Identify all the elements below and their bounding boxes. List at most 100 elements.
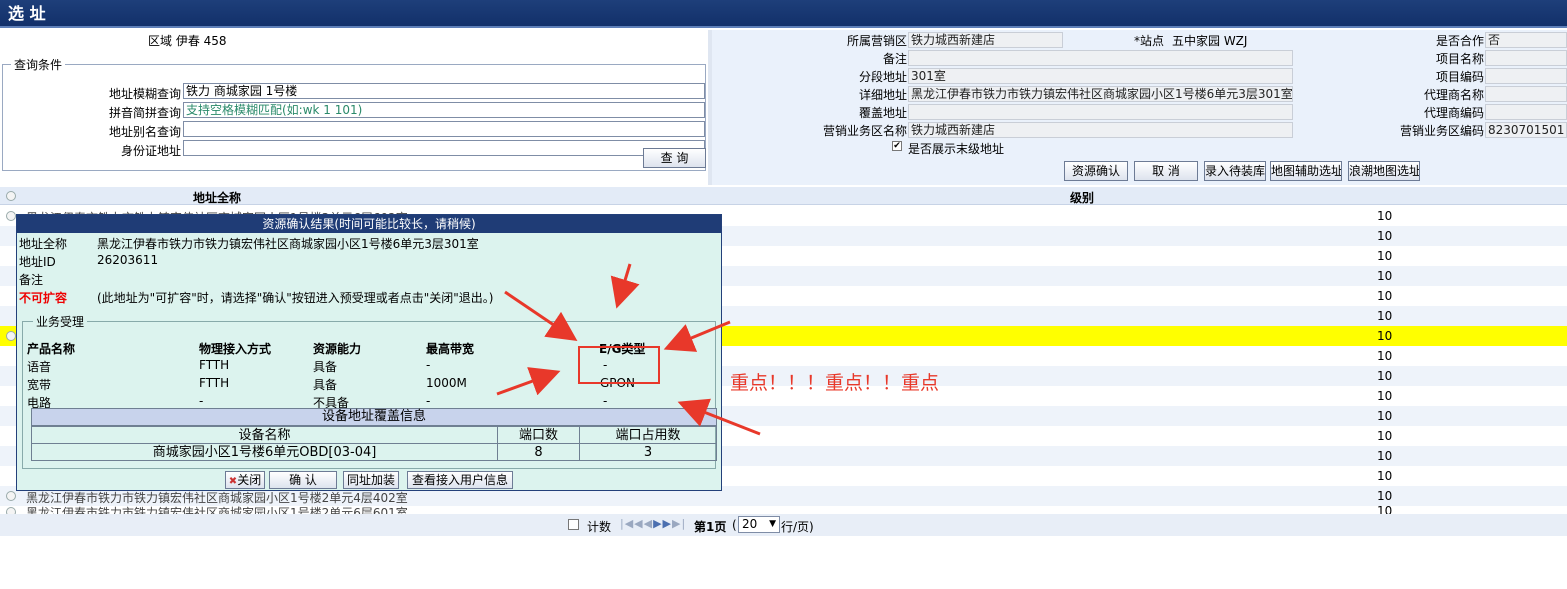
port-used-header: 端口占用数 [579,426,717,444]
header-radio[interactable] [6,191,16,201]
biz-area-code-field: 8230701501 [1485,122,1567,138]
id-address-label: 身份证地址 [120,144,181,158]
next-page-icon[interactable]: ▶▶ [653,517,672,530]
row-level: 10 [1377,389,1393,403]
dialog-remark-label: 备注 [19,273,44,287]
device-coverage-title: 设备地址覆盖信息 [31,408,717,426]
business-legend: 业务受理 [36,315,85,329]
show-last-checkbox[interactable]: ✔ [892,141,902,151]
highlight-box [578,346,660,384]
segment-label: 分段地址 [858,70,907,84]
dialog-id-value: 26203611 [97,253,159,267]
eg-type-cell: - [603,394,608,408]
row-radio[interactable] [6,491,16,501]
table-row[interactable]: 黑龙江伊春市铁力市铁力镇宏伟社区商城家园小区1号楼2单元6层601室 10 [0,504,1567,514]
page-size-value: 20 [742,517,758,531]
same-address-add-button[interactable]: 同址加装 [343,471,399,489]
project-code-field [1485,68,1567,84]
close-button-label: 关闭 [237,473,262,487]
address-info-panel: 所属营销区 铁力城西新建店 *站点 五中家园 WZJ 是否合作 否 备注 项目名… [712,30,1567,185]
coop-field: 否 [1485,32,1567,48]
region-info: 区域 伊春 458 [148,32,227,49]
view-users-button[interactable]: 查看接入用户信息 [407,471,513,489]
cancel-button[interactable]: 取 消 [1134,161,1198,181]
show-last-label: 是否展示末级地址 [908,142,1005,156]
access-cell: - [199,394,204,408]
dialog-address-label: 地址全称 [19,237,68,251]
first-page-icon[interactable]: |◀ [620,517,634,530]
region-value: 伊春 458 [175,34,227,48]
capability-cell: 具备 [313,360,338,374]
row-level: 10 [1377,349,1393,363]
pinyin-input[interactable]: 支持空格模糊匹配(如:wk 1 101) [183,102,705,118]
row-level: 10 [1377,209,1393,223]
expand-note: (此地址为"可扩容"时，请选择"确认"按钮进入预受理或者点击"关闭"退出。) [97,291,494,305]
project-name-field [1485,50,1567,66]
project-name-label: 项目名称 [1435,52,1484,66]
sales-area-field: 铁力城西新建店 [908,32,1063,48]
alias-row: 地址别名查询 [3,121,707,139]
confirm-button[interactable]: 确 认 [269,471,337,489]
device-row: 商城家园小区1号楼6单元OBD[03-04] 8 3 [31,443,717,461]
close-button[interactable]: ✖关闭 [225,471,265,489]
row-level: 10 [1377,269,1393,283]
capability-header: 资源能力 [313,342,362,356]
query-panel: 区域 伊春 458 查询条件 地址模糊查询 铁力 商城家园 1号楼 拼音简拼查询… [0,30,708,185]
pager: 计数 |◀◀◀▶▶▶| 第1页 ( 20 ▼ 行/页) [0,514,1567,536]
station-label: *站点 [1134,34,1165,48]
fuzzy-address-input[interactable]: 铁力 商城家园 1号楼 [183,83,705,99]
row-radio[interactable] [6,211,16,221]
row-level: 10 [1377,289,1393,303]
bandwidth-cell: - [426,394,431,408]
query-conditions: 查询条件 地址模糊查询 铁力 商城家园 1号楼 拼音简拼查询 支持空格模糊匹配(… [2,56,706,171]
bandwidth-cell: 1000M [426,376,467,390]
fuzzy-address-row: 地址模糊查询 铁力 商城家园 1号楼 [3,83,707,101]
detail-field: 黑龙江伊春市铁力市铁力镇宏伟社区商城家园小区1号楼6单元3层301室 [908,86,1293,102]
detail-label: 详细地址 [858,88,907,102]
pinyin-row: 拼音简拼查询 支持空格模糊匹配(如:wk 1 101) [3,102,707,120]
row-radio[interactable] [6,331,16,341]
pager-nav-icons[interactable]: |◀◀◀▶▶▶| [620,517,686,530]
access-cell: FTTH [199,376,230,390]
port-used-cell: 3 [579,443,717,461]
resource-confirm-button[interactable]: 资源确认 [1064,161,1128,181]
col-level-header: 级别 [1070,191,1095,205]
row-radio[interactable] [6,507,16,514]
row-level: 10 [1377,409,1393,423]
chevron-down-icon: ▼ [769,519,776,529]
row-level: 10 [1377,309,1393,323]
page-label: 第1页 [694,520,727,534]
map-assist-button[interactable]: 地图辅助选址 [1270,161,1342,181]
langchao-map-button[interactable]: 浪潮地图选址 [1348,161,1420,181]
search-button[interactable]: 查 询 [643,148,706,168]
station-value: 五中家园 WZJ [1172,34,1248,48]
row-level: 10 [1377,469,1393,483]
device-name-cell: 商城家园小区1号楼6单元OBD[03-04] [31,443,498,461]
port-count-cell: 8 [497,443,580,461]
business-section: 业务受理 产品名称 物理接入方式 资源能力 最高带宽 E/G类型 语音 FTTH… [22,313,717,469]
biz-area-code-label: 营销业务区编码 [1399,124,1484,138]
alias-input[interactable] [183,121,705,137]
device-coverage-table: 设备名称 端口数 端口占用数 商城家园小区1号楼6单元OBD[03-04] 8 … [31,426,717,461]
device-name-header: 设备名称 [31,426,498,444]
row-level: 10 [1377,249,1393,263]
prev-page-icon[interactable]: ◀◀ [634,517,653,530]
pinyin-label: 拼音简拼查询 [108,106,181,120]
id-address-input[interactable] [183,140,705,156]
grid-header: 地址全称 级别 [0,187,1567,205]
id-address-row: 身份证地址 [3,140,707,158]
access-cell: FTTH [199,358,230,372]
dialog-id-label: 地址ID [19,255,56,269]
enter-pending-button[interactable]: 录入待装库 [1204,161,1266,181]
row-level: 10 [1377,369,1393,383]
project-code-label: 项目编码 [1435,70,1484,84]
capability-cell: 具备 [313,378,338,392]
bandwidth-cell: - [426,358,431,372]
biz-area-name-label: 营销业务区名称 [822,124,907,138]
product-cell: 语音 [27,360,52,374]
page-size-select[interactable]: 20 ▼ [738,516,780,533]
last-page-icon[interactable]: ▶| [672,517,686,530]
row-level: 10 [1377,449,1393,463]
count-checkbox[interactable] [568,519,579,530]
product-header: 产品名称 [27,342,76,356]
